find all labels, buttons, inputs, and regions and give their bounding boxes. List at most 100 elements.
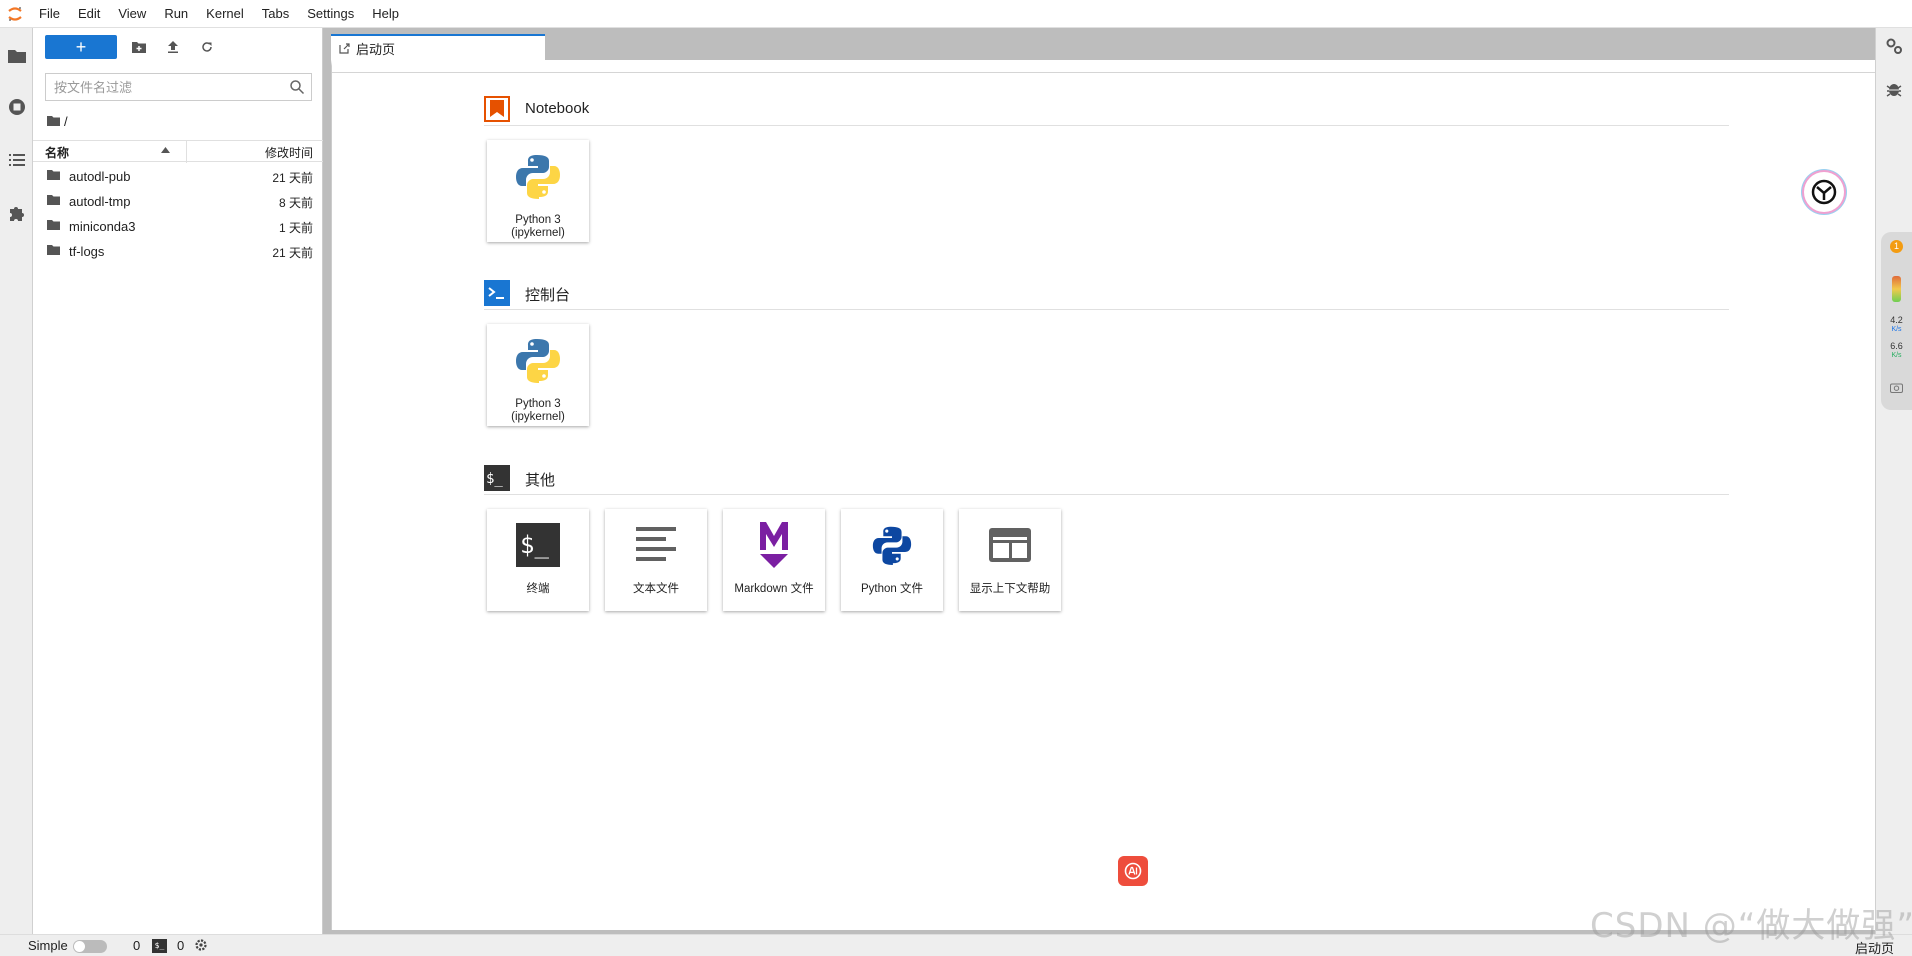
svg-text:$_: $_ [486, 471, 503, 487]
file-name: miniconda3 [69, 219, 136, 234]
breadcrumb-root[interactable]: / [64, 114, 68, 129]
console-python3-card[interactable]: Python 3 (ipykernel) [487, 324, 589, 426]
search-icon [290, 80, 305, 95]
markdown-file-card[interactable]: Markdown 文件 [723, 509, 825, 611]
file-browser-toolbar: + [33, 35, 323, 63]
sort-ascending-icon[interactable] [161, 147, 170, 153]
card-label: Python 文件 [861, 583, 923, 595]
terminal-status-icon[interactable]: $_ [152, 939, 167, 953]
file-name: autodl-pub [69, 169, 131, 184]
folder-icon [47, 245, 60, 255]
left-sidebar [0, 28, 33, 934]
toggle-knob [74, 941, 85, 952]
section-title: 其他 [525, 472, 556, 489]
jupyterlab-app: File Edit View Run Kernel Tabs Settings … [0, 0, 1912, 956]
extension-manager-puzzle-icon[interactable] [6, 202, 27, 223]
card-label: Python 3 (ipykernel) [511, 214, 565, 239]
launcher-content: Notebook Python 3 (ipykernel) 控制台 Python… [332, 72, 1876, 932]
section-other: $_ 其他 $_ 终端 文本文件 Markdown 文件 Python 文件 显… [484, 463, 1729, 611]
breadcrumb-folder-icon[interactable] [47, 116, 60, 126]
tab-bar: 启动页 [323, 28, 1875, 60]
running-sessions-icon[interactable] [6, 96, 27, 117]
text-file-icon [630, 519, 682, 571]
file-browser-folder-icon[interactable] [6, 45, 27, 66]
menubar: File Edit View Run Kernel Tabs Settings … [0, 0, 1912, 28]
text-file-card[interactable]: 文本文件 [605, 509, 707, 611]
menu-run[interactable]: Run [155, 0, 197, 28]
markdown-icon [748, 519, 800, 571]
menu-help[interactable]: Help [363, 0, 408, 28]
jupyter-logo-icon[interactable] [0, 0, 30, 28]
notebook-python3-card[interactable]: Python 3 (ipykernel) [487, 140, 589, 242]
running-kernels-count[interactable]: 0 [133, 938, 140, 953]
terminal-icon: $_ [512, 519, 564, 571]
cpu-level-meter [1892, 276, 1901, 302]
column-header-modified[interactable]: 修改时间 [265, 144, 313, 161]
notification-badge: 1 [1890, 240, 1903, 253]
file-modified: 1 天前 [278, 221, 313, 235]
upload-icon[interactable] [162, 37, 184, 57]
python-file-icon [866, 519, 918, 571]
section-header: 控制台 [484, 278, 1729, 310]
column-divider[interactable] [186, 141, 187, 163]
folder-icon [47, 170, 60, 180]
file-row[interactable]: tf-logs 21 天前 [33, 239, 323, 264]
property-inspector-gears-icon[interactable] [1885, 37, 1903, 60]
tab-launcher[interactable]: 启动页 [331, 34, 545, 60]
notebook-section-icon [484, 96, 510, 122]
new-launcher-button[interactable]: + [45, 35, 117, 59]
file-filter-input[interactable] [46, 74, 286, 100]
card-label: Markdown 文件 [734, 583, 814, 595]
file-row[interactable]: miniconda3 1 天前 [33, 214, 323, 239]
folder-icon [47, 195, 60, 205]
file-browser-panel: + / 名称 修改时间 [33, 28, 323, 934]
table-of-contents-icon[interactable] [6, 149, 27, 170]
upload-speed: 4.2 K/s [1881, 316, 1912, 334]
menu-view[interactable]: View [109, 0, 155, 28]
right-sidebar [1875, 28, 1912, 934]
card-label: 文本文件 [633, 583, 679, 595]
folder-icon [47, 220, 60, 230]
section-header: Notebook [484, 94, 1729, 126]
watermark-text: CSDN @“做大做强” [1590, 906, 1912, 946]
file-name: tf-logs [69, 244, 105, 259]
python-file-card[interactable]: Python 文件 [841, 509, 943, 611]
card-label: 终端 [526, 583, 550, 595]
simple-mode-toggle[interactable] [73, 940, 107, 953]
section-header: $_ 其他 [484, 463, 1729, 495]
assistant-logo-icon [1811, 179, 1837, 205]
network-monitor-widget[interactable]: 1 4.2 K/s 6.6 K/s [1881, 232, 1912, 410]
terminal-card[interactable]: $_ 终端 [487, 509, 589, 611]
assistant-float-button[interactable] [1804, 172, 1844, 212]
ai-assistant-button[interactable] [1118, 856, 1148, 886]
svg-text:$_: $_ [520, 531, 549, 559]
ai-assistant-icon [1124, 862, 1142, 880]
new-folder-icon[interactable] [128, 37, 150, 57]
menu-file[interactable]: File [30, 0, 69, 28]
main-dock-area: 启动页 Notebook Python 3 (ipykernel) 控制台 Py… [323, 28, 1876, 934]
refresh-icon[interactable] [196, 37, 218, 57]
menu-kernel[interactable]: Kernel [197, 0, 253, 28]
console-section-icon [484, 280, 510, 306]
screenshot-camera-icon[interactable] [1890, 382, 1903, 395]
contextual-help-card[interactable]: 显示上下文帮助 [959, 509, 1061, 611]
card-label: Python 3 (ipykernel) [511, 398, 565, 423]
tab-launcher-label: 启动页 [356, 41, 396, 57]
file-name: autodl-tmp [69, 194, 131, 209]
section-notebook: Notebook Python 3 (ipykernel) [484, 94, 1729, 242]
file-filter-box [45, 73, 312, 101]
simple-mode-label: Simple [28, 938, 68, 953]
file-row[interactable]: autodl-pub 21 天前 [33, 164, 323, 189]
download-speed: 6.6 K/s [1881, 342, 1912, 360]
menu-tabs[interactable]: Tabs [253, 0, 298, 28]
file-modified: 8 天前 [278, 196, 313, 210]
running-terminals-count[interactable]: 0 [177, 938, 184, 953]
launcher-panel: Notebook Python 3 (ipykernel) 控制台 Python… [331, 60, 1876, 932]
file-row[interactable]: autodl-tmp 8 天前 [33, 189, 323, 214]
debugger-bug-icon[interactable] [1886, 80, 1902, 103]
file-list-header: 名称 修改时间 [33, 140, 323, 163]
menu-settings[interactable]: Settings [298, 0, 363, 28]
column-header-name[interactable]: 名称 [45, 144, 69, 161]
menu-edit[interactable]: Edit [69, 0, 109, 28]
kernel-status-gear-icon[interactable] [194, 938, 208, 952]
